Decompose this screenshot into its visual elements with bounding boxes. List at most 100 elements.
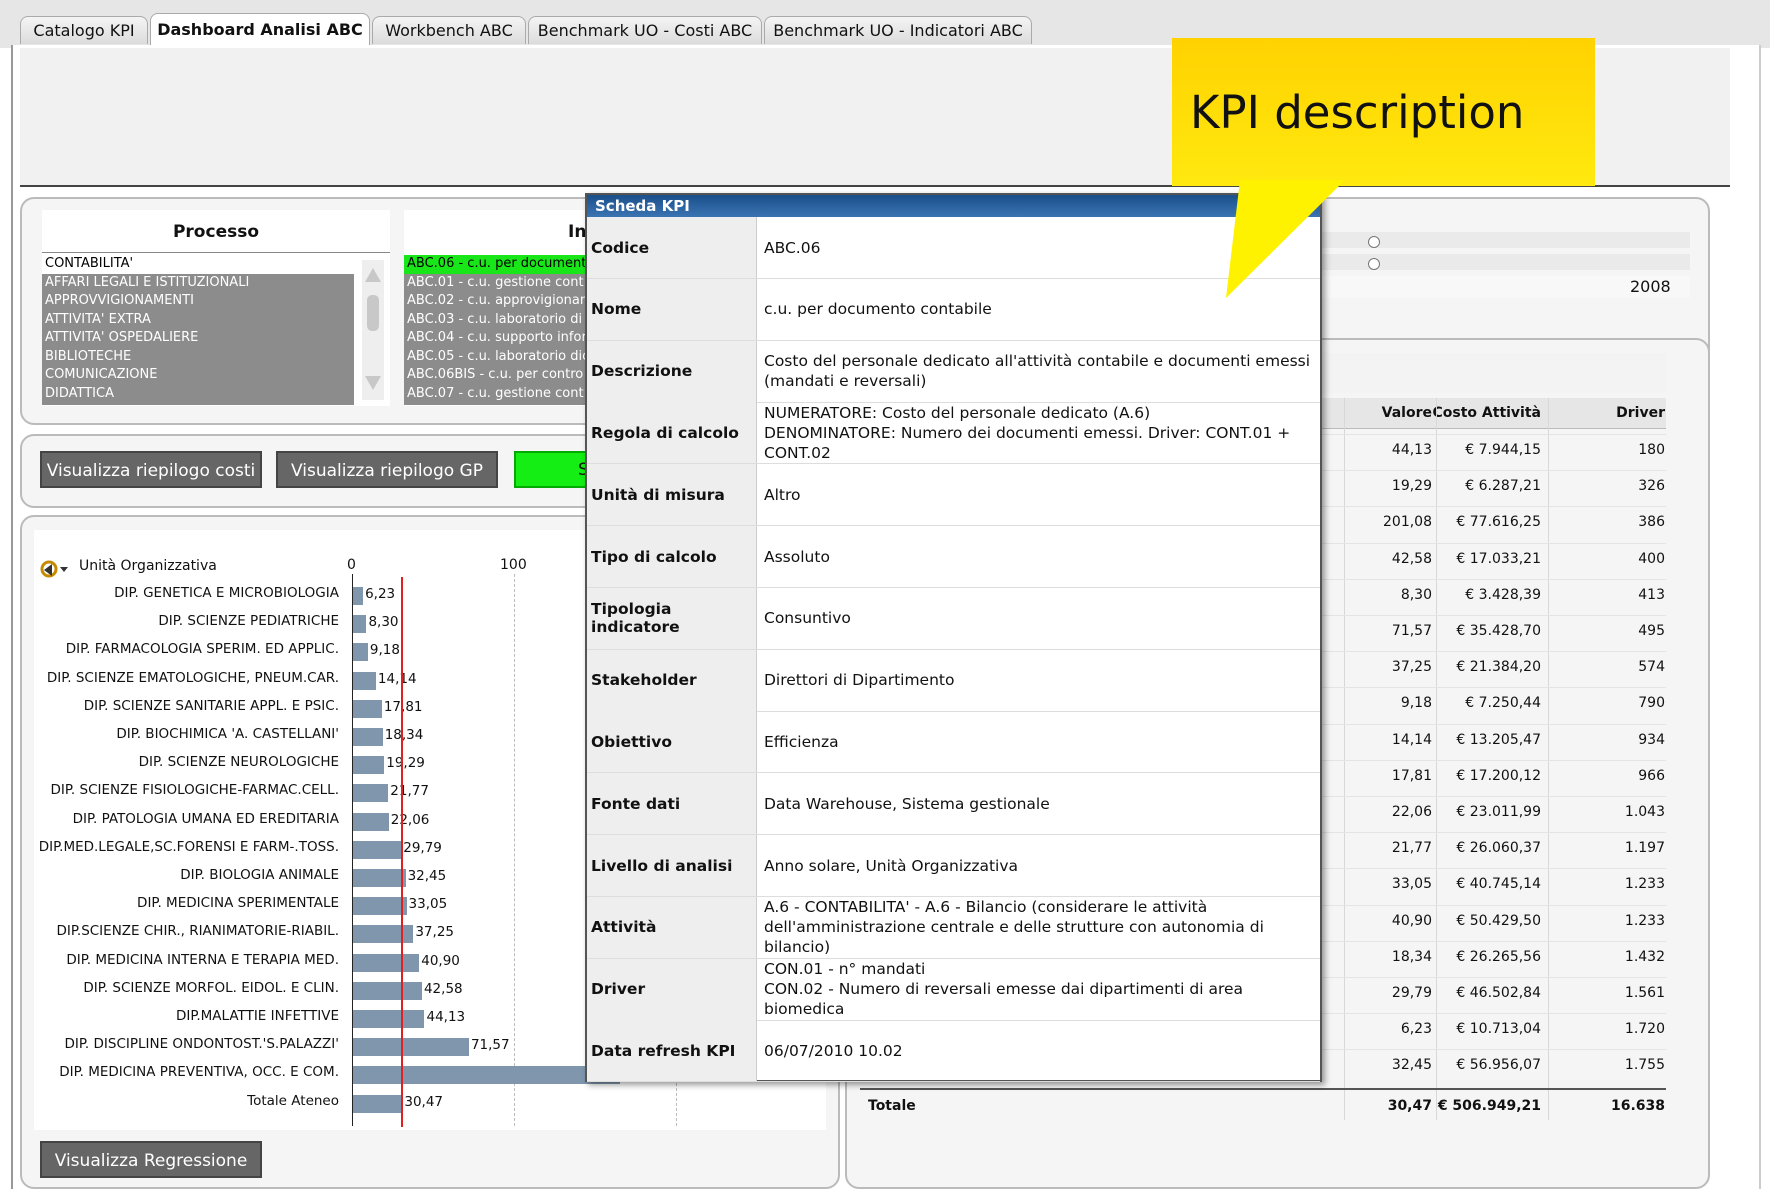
bar-category-label: DIP.MED.LEGALE,SC.FORENSI E FARM-.TOSS.: [38, 838, 339, 855]
bar: [353, 1010, 425, 1028]
table-cell: € 17.200,12: [1456, 767, 1541, 784]
bar-value-label: 29,79: [403, 839, 442, 856]
bar-value-label: 14,14: [377, 670, 417, 687]
tab-benchmark-indicatori[interactable]: Benchmark UO - Indicatori ABC: [764, 16, 1032, 44]
indicatori-list-item[interactable]: ABC.03 - c.u. laboratorio di i: [404, 311, 586, 330]
bar: [353, 840, 402, 859]
grid-line-100: [514, 574, 516, 1126]
table-cell: 42,58: [1391, 550, 1432, 567]
processo-list-item[interactable]: BIBLIOTECHE: [42, 348, 354, 367]
indicatori-list-item[interactable]: ABC.06 - c.u. per document: [404, 255, 586, 274]
processo-list-item[interactable]: DIDATTICA: [42, 385, 354, 404]
table-cell: 1.432: [1624, 948, 1665, 965]
bar-category-label: DIP. PATOLOGIA UMANA ED EREDITARIA: [72, 810, 339, 827]
visualizza-regressione-button[interactable]: Visualizza Regressione: [40, 1141, 262, 1178]
bar-value-label: 30,47: [404, 1093, 444, 1110]
chart-axis-title: Unità Organizzativa: [79, 558, 217, 574]
processo-list[interactable]: CONTABILITA' AFFARI LEGALI E ISTITUZIONAL…: [42, 255, 354, 405]
table-cell: 400: [1638, 550, 1665, 567]
table-cell: € 50.429,50: [1456, 912, 1541, 929]
table-cell: 1.720: [1624, 1021, 1665, 1038]
table-cell: 326: [1638, 478, 1665, 495]
bar: [353, 925, 414, 944]
kpi-field-row: Descrizione Costo del personale dedicato …: [587, 340, 1320, 403]
processo-list-item[interactable]: APPROVVIGIONAMENTI: [42, 292, 354, 311]
table-cell: 17,81: [1391, 767, 1432, 784]
tab-benchmark-costi[interactable]: Benchmark UO - Costi ABC: [528, 16, 762, 44]
kpi-field-row: Unità di misura Altro: [587, 464, 1320, 527]
indicatori-list-item[interactable]: ABC.01 - c.u. gestione cont: [404, 274, 586, 293]
indicatori-list-item[interactable]: ABC.02 - c.u. approvigionan: [404, 292, 586, 311]
scrollbar-arrows-icon: [365, 268, 381, 390]
bar-category-label: DIP. SCIENZE NEUROLOGICHE: [138, 754, 339, 771]
visualizza-riepilogo-gp-button[interactable]: Visualizza riepilogo GP: [276, 451, 498, 488]
green-action-button[interactable]: S: [514, 451, 589, 488]
table-cell: 29,79: [1391, 985, 1432, 1001]
bar: [353, 643, 368, 662]
kpi-field-value: CON.01 - n° mandati CON.02 - Numero di r…: [764, 960, 1244, 1019]
indicatori-list-item[interactable]: ABC.06BIS - c.u. per contro: [404, 366, 586, 385]
bar-category-label: Totale Ateneo: [247, 1092, 339, 1109]
table-cell: € 3.428,39: [1465, 586, 1541, 603]
table-header-cell[interactable]: Driver: [1575, 405, 1665, 421]
processo-list-item[interactable]: ATTIVITA' OSPEDALIERE: [42, 329, 354, 348]
processo-scrollbar[interactable]: [362, 260, 384, 400]
bar-category-label: DIP. SCIENZE EMATOLOGICHE, PNEUM.CAR.: [46, 669, 339, 686]
radio-option-1[interactable]: [1368, 236, 1380, 248]
total-line: [860, 1087, 1666, 1090]
bar-category-label: DIP. BIOCHIMICA 'A. CASTELLANI': [116, 726, 339, 742]
kpi-field-row: Obiettivo Efficienza: [587, 711, 1320, 774]
kpi-field-value: Efficienza: [764, 732, 839, 751]
kpi-field-row: Attività A.6 - CONTABILITA' - A.6 - Bilan…: [587, 896, 1320, 959]
dialog-title[interactable]: Scheda KPI: [587, 195, 1320, 217]
processo-list-item[interactable]: AFFARI LEGALI E ISTITUZIONALI: [42, 274, 354, 293]
scheda-kpi-dialog: Scheda KPI Codice ABC.06 Nome c.u. per docu…: [585, 193, 1322, 1083]
tab-workbench-abc[interactable]: Workbench ABC: [372, 16, 526, 44]
bar-category-label: DIP. GENETICA E MICROBIOLOGIA: [114, 585, 339, 601]
kpi-field-label: Fonte dati: [587, 773, 757, 835]
kpi-field-row: Data refresh KPI 06/07/2010 10.02: [587, 1020, 1320, 1083]
indicatori-list-item[interactable]: ABC.04 - c.u. supporto infor: [404, 329, 586, 348]
indicatori-list-item[interactable]: ABC.05 - c.u. laboratorio dic: [404, 348, 586, 367]
kpi-field-row: Livello di analisi Anno solare, Unità Org…: [587, 835, 1320, 897]
processo-list-item[interactable]: COMUNICAZIONE: [42, 366, 354, 385]
kpi-field-value: NUMERATORE: Costo del personale dedicato…: [764, 403, 1291, 462]
indicatori-list[interactable]: ABC.06 - c.u. per document ABC.01 - c.u. …: [404, 255, 586, 405]
table-cell: 574: [1638, 659, 1665, 676]
table-cell: 1.233: [1624, 876, 1665, 893]
table-header-cell[interactable]: Costo Attività: [1431, 405, 1542, 421]
kpi-field-value: Altro: [764, 485, 801, 504]
table-cell: 18,34: [1391, 948, 1432, 965]
processo-list-item[interactable]: CONTABILITA': [42, 255, 354, 274]
average-reference-line: [401, 577, 404, 1127]
visualizza-riepilogo-costi-button[interactable]: Visualizza riepilogo costi: [40, 451, 262, 488]
bar: [353, 953, 420, 972]
bar: [353, 699, 382, 718]
bar: [353, 981, 422, 1000]
bar-category-label: DIP. MEDICINA PREVENTIVA, OCC. E COM.: [59, 1064, 339, 1081]
kpi-field-value: Anno solare, Unità Organizzativa: [764, 856, 1019, 875]
bar: [353, 728, 383, 746]
total-label: Totale: [868, 1097, 916, 1114]
bar-value-label: 6,23: [365, 586, 396, 602]
table-header-cell[interactable]: Valore: [1342, 405, 1432, 421]
kpi-field-label: Regola di calcolo: [587, 402, 757, 464]
kpi-field-label: Stakeholder: [587, 649, 757, 711]
indicatori-list-item[interactable]: ABC.07 - c.u. gestione cont: [404, 385, 586, 404]
kpi-field-label: Nome: [587, 278, 757, 340]
drill-menu-icon[interactable]: [38, 558, 70, 578]
table-cell: 790: [1638, 695, 1665, 712]
bar: [353, 671, 376, 690]
bar-category-label: DIP.MALATTIE INFETTIVE: [175, 1008, 339, 1024]
table-cell: 8,30: [1400, 586, 1432, 603]
bar-value-label: 18,34: [384, 727, 424, 743]
bar-value-label: 71,57: [470, 1037, 510, 1054]
table-cell: 1.233: [1624, 912, 1665, 929]
processo-list-item[interactable]: ATTIVITA' EXTRA: [42, 311, 354, 330]
tab-catalogo-kpi[interactable]: Catalogo KPI: [20, 16, 148, 44]
tab-dashboard-analisi-abc[interactable]: Dashboard Analisi ABC: [150, 13, 370, 45]
table-cell: € 26.060,37: [1456, 840, 1541, 857]
table-cell: € 6.287,21: [1465, 478, 1541, 495]
kpi-field-value: Direttori di Dipartimento: [764, 671, 955, 690]
radio-option-2[interactable]: [1368, 258, 1380, 270]
